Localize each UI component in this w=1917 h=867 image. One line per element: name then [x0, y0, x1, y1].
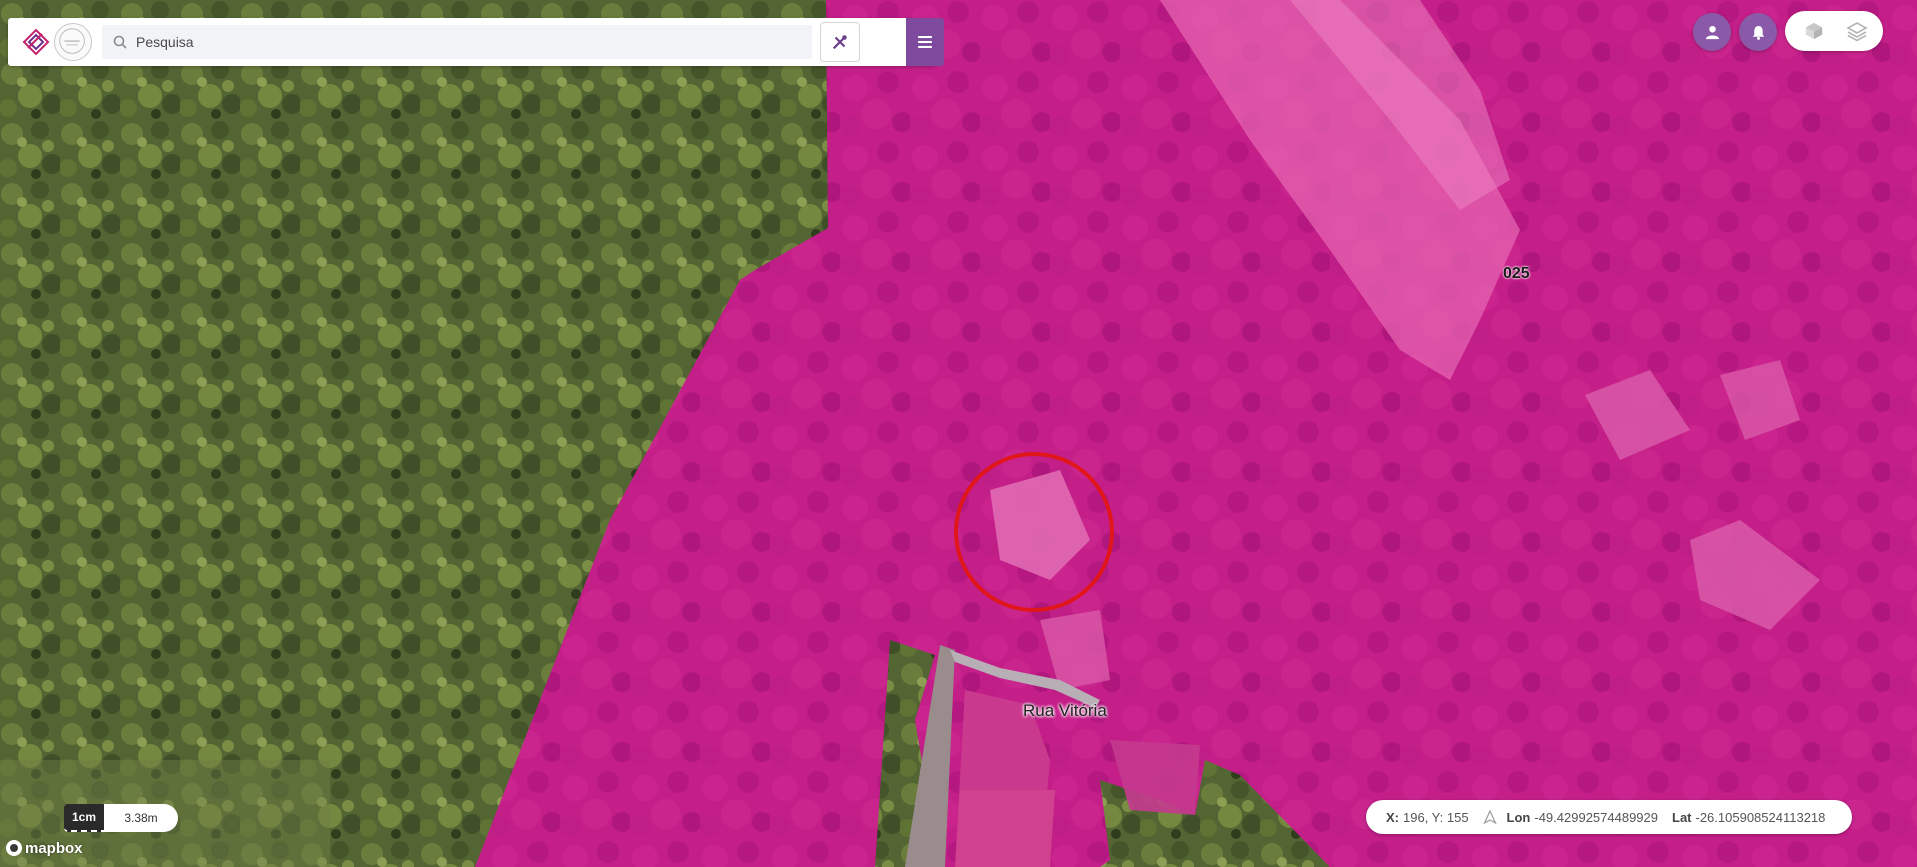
layers-3d-button[interactable] — [1801, 19, 1827, 43]
layer-switcher — [1785, 11, 1883, 51]
mapbox-logo-icon — [6, 840, 22, 856]
bell-icon — [1752, 25, 1764, 40]
menu-button[interactable] — [906, 18, 944, 66]
lon-value: -49.42992574489929 — [1534, 809, 1658, 825]
tools-button[interactable] — [820, 22, 860, 62]
hamburger-menu-icon — [918, 36, 932, 48]
app-logo-icon[interactable] — [22, 28, 50, 56]
map-label-area-code: 025 — [1503, 265, 1530, 282]
xy-label: X: — [1386, 809, 1399, 825]
mapbox-attribution[interactable]: mapbox — [6, 838, 83, 858]
map-canvas[interactable]: 025 Rua Vitória Pesquisa 1cm 3.38m mapbo… — [0, 0, 1917, 867]
search-bar — [8, 18, 944, 66]
north-arrow-icon — [1482, 810, 1497, 824]
satellite-imagery — [0, 0, 1917, 867]
mapbox-logo-text: mapbox — [25, 839, 83, 857]
notifications-button[interactable] — [1739, 13, 1777, 51]
lat-label: Lat — [1672, 809, 1692, 825]
search-input[interactable] — [136, 25, 796, 59]
search-icon — [113, 35, 127, 49]
scale-bar: 1cm 3.38m — [64, 804, 178, 832]
map-label-street: Rua Vitória — [1023, 701, 1107, 720]
lon-label: Lon — [1506, 809, 1531, 825]
layers-icon — [1846, 22, 1868, 42]
search-field — [102, 25, 812, 59]
xy-readout: X: 196, Y: 155 — [1386, 810, 1469, 825]
layers-button[interactable] — [1844, 19, 1870, 43]
xy-value: 196, Y: 155 — [1403, 809, 1469, 825]
lat-value: -26.105908524113218 — [1695, 809, 1826, 825]
lat-readout: Lat -26.105908524113218 — [1672, 810, 1825, 825]
tools-icon — [832, 35, 847, 50]
user-icon — [1705, 25, 1719, 39]
scale-distance: 3.38m — [104, 804, 178, 832]
lon-readout: Lon -49.42992574489929 — [1507, 810, 1658, 825]
user-button[interactable] — [1693, 13, 1731, 51]
scale-unit: 1cm — [64, 804, 104, 832]
layers-3d-icon — [1805, 22, 1823, 40]
coordinate-readout: X: 196, Y: 155 Lon -49.42992574489929 La… — [1366, 800, 1852, 834]
municipality-seal-icon[interactable] — [54, 23, 92, 61]
